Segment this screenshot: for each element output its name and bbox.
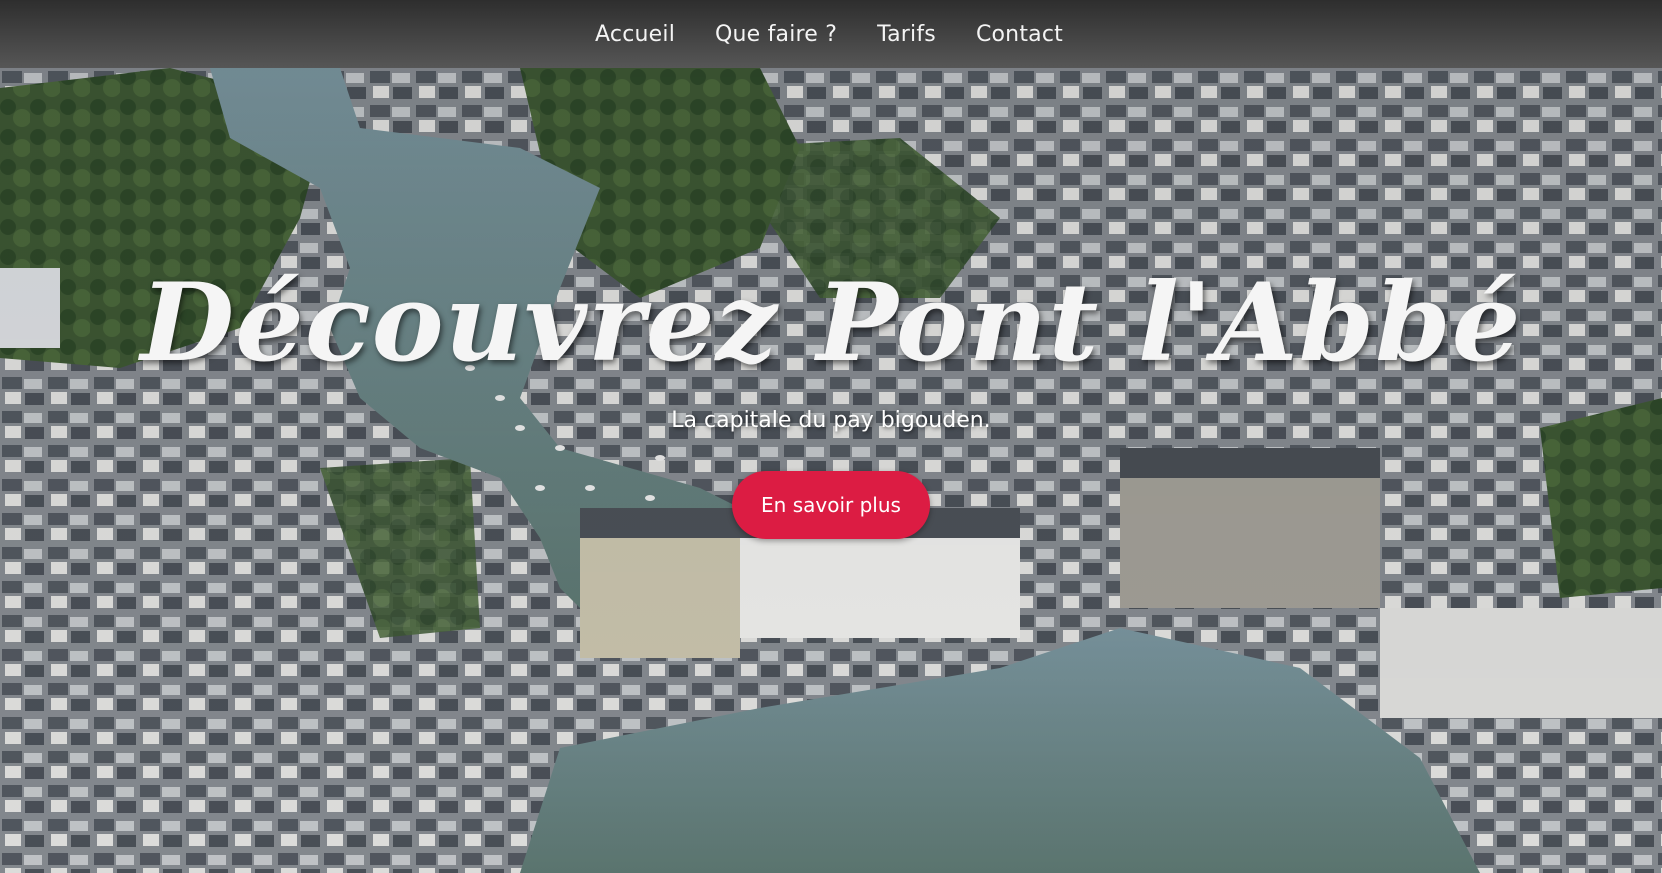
nav-link-accueil[interactable]: Accueil (595, 22, 675, 47)
nav-link-tarifs[interactable]: Tarifs (877, 22, 936, 47)
hero-subtitle: La capitale du pay bigouden. (671, 408, 991, 433)
hero-section: Découvrez Pont l'Abbé La capitale du pay… (0, 68, 1662, 873)
nav-link-que-faire[interactable]: Que faire ? (715, 22, 837, 47)
learn-more-button[interactable]: En savoir plus (732, 471, 930, 539)
top-navigation: Accueil Que faire ? Tarifs Contact (0, 0, 1662, 68)
hero-title: Découvrez Pont l'Abbé (140, 260, 1522, 386)
nav-link-contact[interactable]: Contact (976, 22, 1063, 47)
